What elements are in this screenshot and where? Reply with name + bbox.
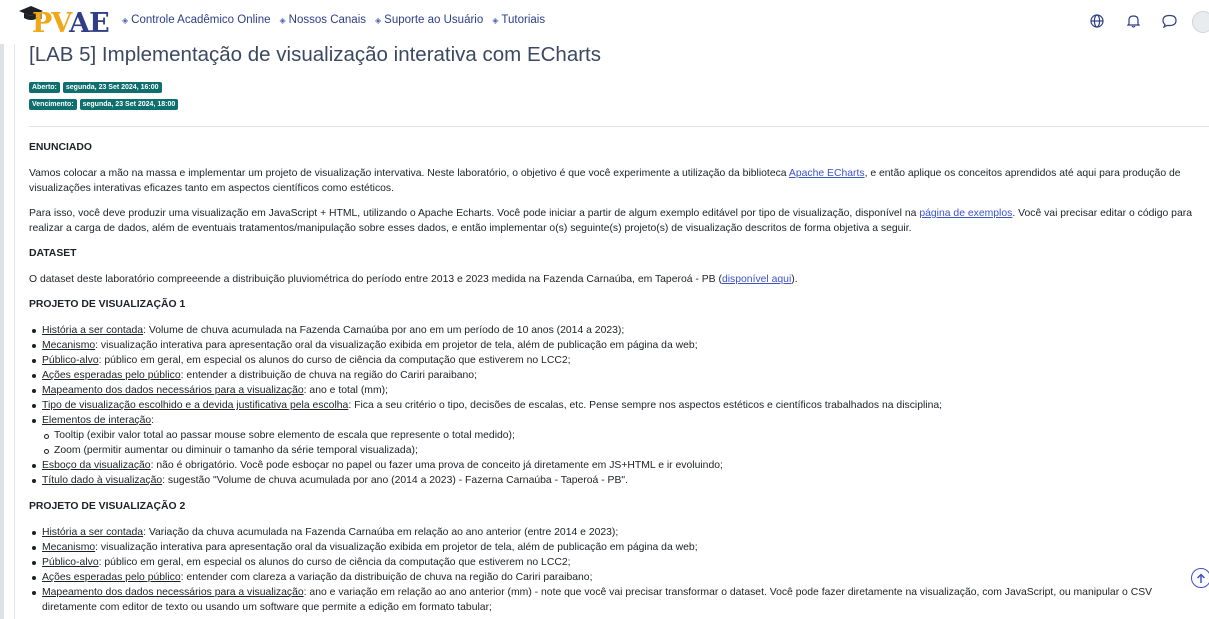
section-heading-dataset: DATASET	[29, 248, 77, 259]
nav-icon-group	[1088, 12, 1178, 30]
list-item: História a ser contada: Variação da chuv…	[32, 525, 1205, 540]
back-to-top-button[interactable]	[1191, 568, 1209, 588]
left-edge	[0, 0, 4, 619]
diamond-icon: ◈	[279, 15, 286, 25]
content-border	[14, 44, 15, 619]
user-avatar[interactable]	[1192, 11, 1209, 33]
list-item: Mecanismo: visualização interativa para …	[32, 540, 1205, 555]
due-date: segunda, 23 Set 2024, 18:00	[79, 99, 179, 110]
interaction-sublist: Tooltip (exibir valor total ao passar mo…	[42, 428, 1205, 458]
section-heading-projeto-2: PROJETO DE VISUALIZAÇÃO 2	[29, 501, 186, 512]
list-item: Tipo de visualização escolhido e a devid…	[32, 398, 1205, 413]
arrow-up-icon	[1196, 572, 1206, 583]
list-item: Público-alvo: público em geral, em espec…	[32, 555, 1205, 570]
primary-nav: ◈ Controle Acadêmico Online ◈ Nossos Canai…	[122, 14, 545, 26]
page-title: [LAB 5] Implementação de visualização in…	[29, 43, 601, 66]
diamond-icon: ◈	[375, 15, 382, 25]
list-item: Mapeamento dos dados necessários para a …	[32, 383, 1205, 398]
activity-dates: Aberto: segunda, 23 Set 2024, 16:00 Venc…	[29, 82, 179, 116]
projeto-1-list: História a ser contada: Volume de chuva …	[29, 323, 1205, 488]
list-item: Ações esperadas pelo público: entender c…	[32, 570, 1205, 585]
chat-icon[interactable]	[1160, 12, 1178, 30]
link-dataset[interactable]: disponível aqui	[722, 274, 791, 285]
due-label: Vencimento:	[29, 99, 77, 110]
nav-link-suporte[interactable]: ◈ Suporte ao Usuário	[375, 14, 483, 26]
assignment-description: ENUNCIADO Vamos colocar a mão na massa e…	[29, 140, 1205, 619]
nav-link-tutoriais[interactable]: ◈ Tutoriais	[492, 14, 545, 26]
divider	[29, 126, 1209, 127]
list-item: Título dado à visualização: sugestão "Vo…	[32, 473, 1205, 488]
projeto-2-list: História a ser contada: Variação da chuv…	[29, 525, 1205, 615]
nav-link-nossos-canais[interactable]: ◈ Nossos Canais	[280, 14, 367, 26]
list-item: Elementos de interação: Tooltip (exibir …	[32, 413, 1205, 458]
opened-date: segunda, 23 Set 2024, 16:00	[62, 82, 162, 93]
globe-icon[interactable]	[1088, 12, 1106, 30]
list-item: História a ser contada: Volume de chuva …	[32, 323, 1205, 338]
list-item: Público-alvo: público em geral, em espec…	[32, 353, 1205, 368]
diamond-icon: ◈	[122, 15, 129, 25]
section-heading-enunciado: ENUNCIADO	[29, 142, 92, 153]
list-item: Ações esperadas pelo público: entender a…	[32, 368, 1205, 383]
opened-label: Aberto:	[29, 82, 60, 93]
list-item: Esboço da visualização: não é obrigatóri…	[32, 458, 1205, 473]
top-navbar: PVAE ◈ Controle Acadêmico Online ◈ Nossos …	[0, 0, 1209, 44]
list-item: Mecanismo: visualização interativa para …	[32, 338, 1205, 353]
logo-wordmark: PVAE	[32, 8, 110, 39]
section-heading-projeto-1: PROJETO DE VISUALIZAÇÃO 1	[29, 299, 186, 310]
paragraph-instructions: Para isso, você deve produzir uma visual…	[29, 208, 1192, 234]
sublist-item: Zoom (permitir aumentar ou diminuir o ta…	[44, 443, 1205, 458]
link-pagina-exemplos[interactable]: página de exemplos	[919, 208, 1012, 219]
nav-link-controle-academico[interactable]: ◈ Controle Acadêmico Online	[122, 14, 271, 26]
paragraph-intro: Vamos colocar a mão na massa e implement…	[29, 168, 1181, 194]
pvae-logo[interactable]: PVAE	[18, 2, 110, 42]
bell-icon[interactable]	[1124, 12, 1142, 30]
diamond-icon: ◈	[492, 15, 499, 25]
paragraph-dataset: O dataset deste laboratório compreeende …	[29, 274, 798, 285]
link-apache-echarts[interactable]: Apache ECharts	[789, 168, 865, 179]
sublist-item: Tooltip (exibir valor total ao passar mo…	[44, 428, 1205, 443]
list-item: Mapeamento dos dados necessários para a …	[32, 585, 1205, 615]
